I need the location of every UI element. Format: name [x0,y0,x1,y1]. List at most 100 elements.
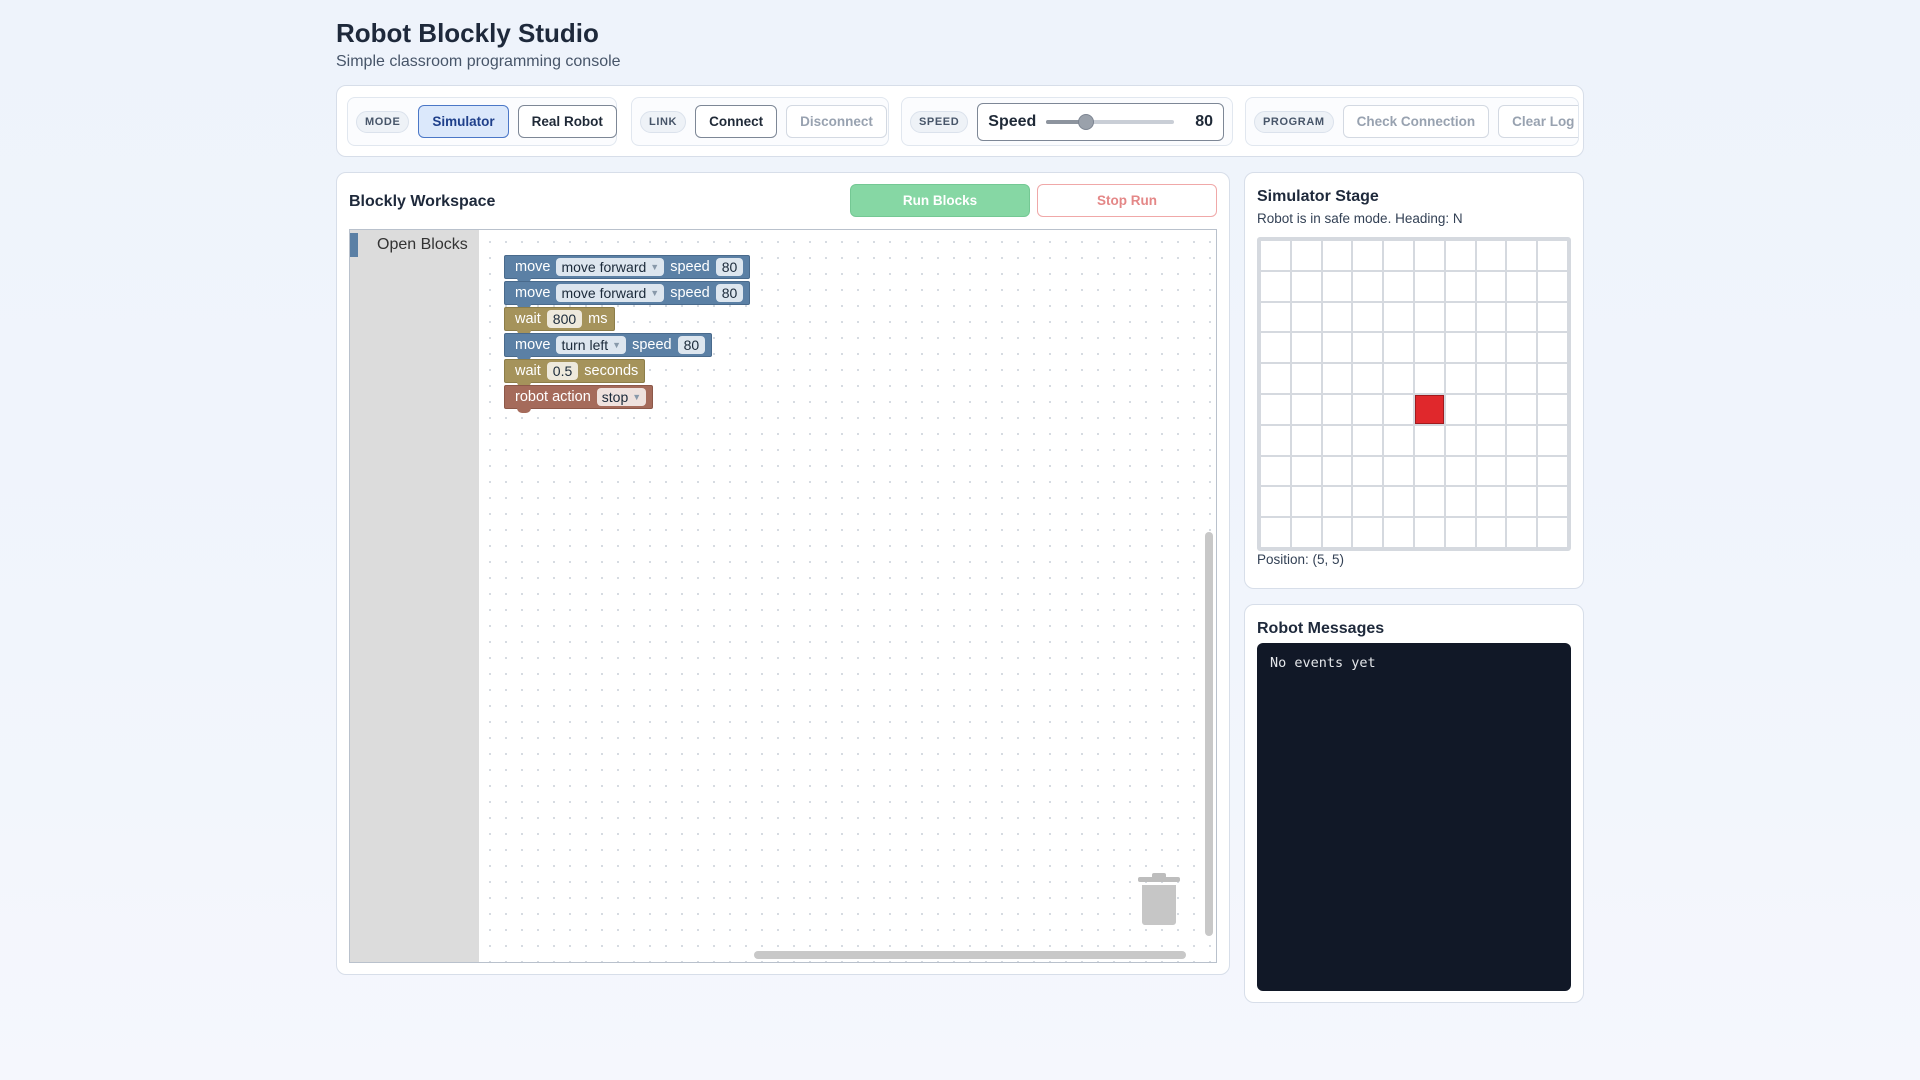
link-chip: LINK [640,110,687,133]
grid-cell [1261,487,1290,517]
category-color-stripe [350,233,358,257]
grid-cell [1414,302,1444,332]
wait-seconds-block[interactable]: wait 0.5 seconds [504,359,646,387]
connect-button[interactable]: Connect [695,105,778,138]
dropdown-arrow-icon: ▼ [632,392,642,402]
grid-cell [1384,271,1413,301]
grid-cell [1261,394,1290,424]
speed-slider[interactable] [1046,113,1175,130]
grid-cell [1261,456,1290,486]
grid-cell [1353,333,1383,363]
robot-action-block[interactable]: robot action stop ▼ [504,385,654,413]
workspace-vertical-scrollbar[interactable] [1205,532,1213,936]
direction-dropdown[interactable]: move forward ▼ [556,258,665,276]
grid-cell [1507,271,1537,301]
move-block[interactable]: move turn left ▼ speed 80 [504,333,713,361]
grid-cell [1261,271,1290,301]
speed-field[interactable]: 80 [715,284,744,302]
direction-dropdown[interactable]: turn left ▼ [556,336,627,354]
action-dropdown[interactable]: stop ▼ [596,388,647,406]
grid-cell [1384,364,1413,393]
speed-label: Speed [988,112,1037,130]
grid-cell [1476,487,1506,517]
log-entry: No events yet [1270,655,1376,671]
disconnect-button[interactable]: Disconnect [786,105,887,138]
workspace-horizontal-scrollbar[interactable] [754,951,1186,959]
program-chip: PROGRAM [1254,110,1334,133]
trash-icon[interactable] [1138,873,1180,927]
simulator-status: Robot is in safe mode. Heading: N [1257,211,1463,226]
speed-group: SPEED Speed 80 [901,97,1233,146]
speed-slider-thumb[interactable] [1078,113,1095,130]
simulator-panel: Simulator Stage Robot is in safe mode. H… [1244,172,1584,589]
stop-run-button[interactable]: Stop Run [1037,184,1217,217]
real-robot-mode-button[interactable]: Real Robot [517,105,617,138]
mode-chip: MODE [356,110,410,133]
grid-cell [1261,333,1290,363]
messages-panel: Robot Messages No events yet [1244,604,1584,1003]
grid-cell [1445,302,1475,332]
grid-cell [1414,364,1444,393]
block-label: move [515,285,551,301]
grid-cell [1322,364,1352,393]
direction-dropdown[interactable]: move forward ▼ [556,284,665,302]
move-block[interactable]: move move forward ▼ speed 80 [504,281,751,309]
app-page: Robot Blockly Studio Simple classroom pr… [336,0,1584,1080]
duration-field[interactable]: 0.5 [546,362,579,380]
blockly-workspace[interactable]: Open Blocks move move forward ▼ speed 80 … [349,229,1217,963]
grid-cell [1322,518,1352,547]
grid-cell [1261,241,1290,270]
grid-cell [1322,271,1352,301]
workspace-title: Blockly Workspace [349,193,496,210]
grid-cell [1384,425,1413,455]
grid-cell [1291,271,1321,301]
grid-cell [1384,487,1413,517]
grid-cell [1507,518,1537,547]
toolbox-category-open-blocks[interactable]: Open Blocks [350,233,479,257]
speed-field[interactable]: 80 [715,258,744,276]
grid-cell [1538,487,1567,517]
run-blocks-button[interactable]: Run Blocks [850,184,1030,217]
duration-field[interactable]: 800 [546,310,583,328]
grid-cell [1445,241,1475,270]
grid-cell [1384,518,1413,547]
dropdown-value: move forward [561,259,647,275]
grid-cell [1353,456,1383,486]
grid-cell [1538,456,1567,486]
grid-cell [1445,333,1475,363]
wait-ms-block[interactable]: wait 800 ms [504,307,615,335]
robot-marker [1414,394,1444,424]
grid-cell [1538,333,1567,363]
toolbox-category-label: Open Blocks [377,236,468,253]
block-label: move [515,337,551,353]
grid-cell [1507,394,1537,424]
grid-cell [1353,518,1383,547]
link-group: LINK Connect Disconnect [631,97,889,146]
grid-cell [1353,364,1383,393]
page-title: Robot Blockly Studio [336,18,599,48]
block-label: move [515,259,551,275]
grid-cell [1353,271,1383,301]
speed-field[interactable]: 80 [677,336,706,354]
simulator-mode-button[interactable]: Simulator [418,105,509,138]
grid-cell [1507,333,1537,363]
grid-cell [1538,364,1567,393]
grid-cell [1261,518,1290,547]
clear-log-button[interactable]: Clear Log [1498,105,1578,138]
grid-cell [1507,425,1537,455]
grid-cell [1445,425,1475,455]
grid-cell [1322,302,1352,332]
grid-cell [1476,302,1506,332]
grid-cell [1507,487,1537,517]
grid-cell [1322,333,1352,363]
block-label: wait [515,363,541,379]
speed-control: Speed 80 [977,102,1224,141]
trash-lid [1138,877,1180,882]
grid-cell [1291,487,1321,517]
dropdown-arrow-icon: ▼ [612,340,622,350]
move-block[interactable]: move move forward ▼ speed 80 [504,255,751,283]
dropdown-value: stop [601,389,629,405]
check-connection-button[interactable]: Check Connection [1342,105,1490,138]
grid-cell [1291,518,1321,547]
dropdown-value: turn left [561,337,609,353]
